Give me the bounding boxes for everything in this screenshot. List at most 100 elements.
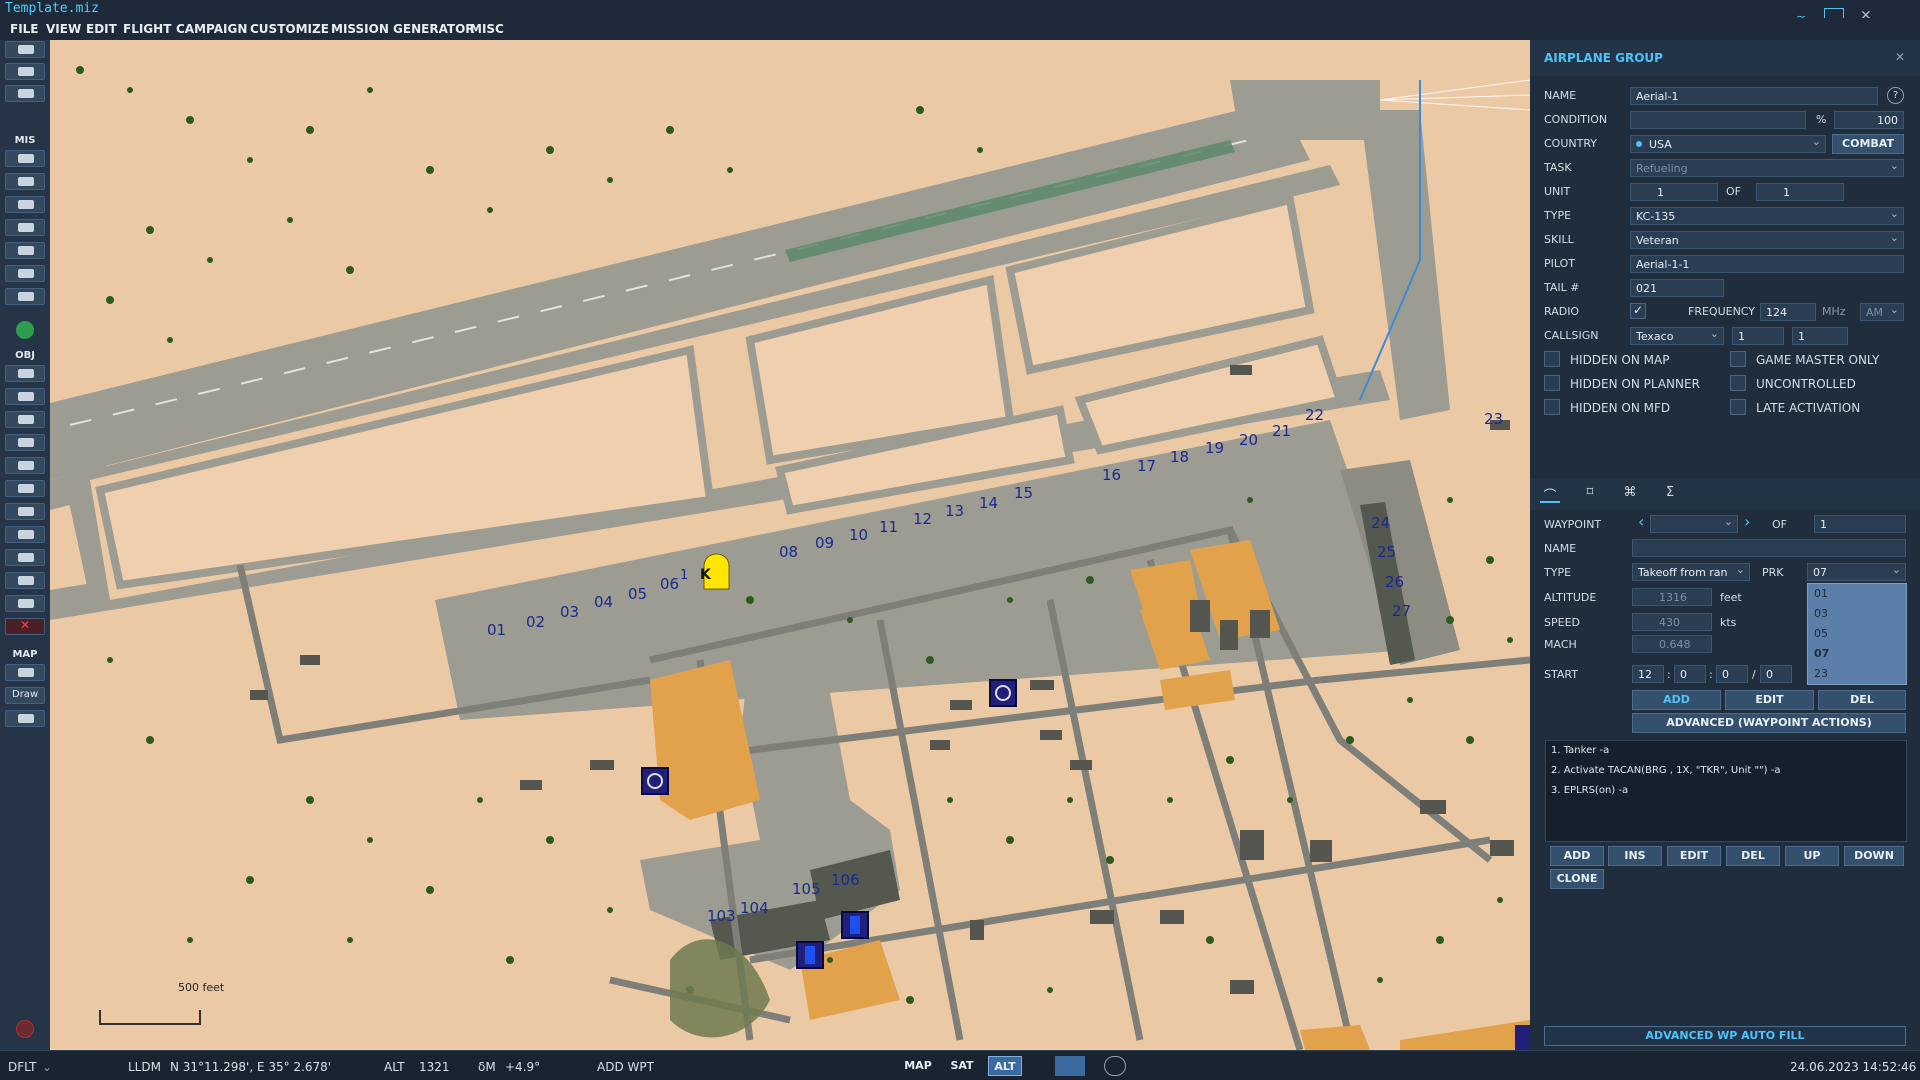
save-file-button[interactable]: [5, 85, 45, 102]
camera-icon[interactable]: [1055, 1056, 1085, 1076]
advanced-wp-auto-fill-button[interactable]: ADVANCED WP AUTO FILL: [1544, 1026, 1906, 1046]
prk-dropdown-list[interactable]: 01 03 05 07 23: [1807, 583, 1907, 685]
advanced-waypoint-actions-button[interactable]: ADVANCED (WAYPOINT ACTIONS): [1632, 713, 1906, 733]
action-edit-button[interactable]: EDIT: [1667, 846, 1721, 866]
add-ground-unit-button[interactable]: [5, 411, 45, 428]
alt-mode-button[interactable]: ALT: [988, 1056, 1022, 1076]
unit-total-spinner[interactable]: 1: [1756, 183, 1844, 201]
coord-mode[interactable]: LLDM: [128, 1060, 161, 1074]
add-navpoint-button[interactable]: [5, 503, 45, 520]
action-item[interactable]: 3. EPLRS(on) -a: [1551, 785, 1628, 796]
map-mode-button[interactable]: MAP: [902, 1056, 934, 1076]
start-hours[interactable]: 12: [1632, 665, 1664, 683]
delete-waypoint-button[interactable]: DEL: [1818, 690, 1906, 710]
flag-button[interactable]: [5, 242, 45, 259]
add-initial-point-button[interactable]: [5, 549, 45, 566]
stop-icon[interactable]: [16, 1020, 34, 1038]
triggers-button[interactable]: [5, 288, 45, 305]
help-icon[interactable]: ?: [1887, 87, 1904, 104]
add-static-button[interactable]: [5, 457, 45, 474]
type-select[interactable]: KC-135: [1630, 207, 1904, 225]
action-insert-button[interactable]: INS: [1608, 846, 1662, 866]
wp-type-select[interactable]: Takeoff from ran: [1632, 563, 1750, 581]
map-options-button[interactable]: [5, 664, 45, 681]
name-field[interactable]: Aerial-1: [1630, 87, 1878, 105]
prk-option[interactable]: 03: [1814, 607, 1828, 620]
map-view[interactable]: K 01 02 03 04 05 06 1 08 09 10 11 12 13 …: [50, 40, 1530, 1050]
action-delete-button[interactable]: DEL: [1726, 846, 1780, 866]
start-day[interactable]: 0: [1760, 665, 1792, 683]
clone-button[interactable]: CLONE: [1550, 869, 1604, 889]
route-button[interactable]: [5, 196, 45, 213]
add-waypoint-button[interactable]: ADD: [1632, 690, 1721, 710]
delete-button[interactable]: ✕: [5, 618, 45, 635]
tab-payload-icon[interactable]: ⌑: [1580, 485, 1600, 503]
callsign-number-2[interactable]: 1: [1792, 327, 1848, 345]
radio-checkbox[interactable]: ✓: [1630, 303, 1646, 319]
close-icon[interactable]: ✕: [1895, 50, 1905, 64]
prk-option[interactable]: 05: [1814, 627, 1828, 640]
action-down-button[interactable]: DOWN: [1844, 846, 1904, 866]
tab-summary-icon[interactable]: Σ: [1660, 485, 1680, 503]
tab-route-icon[interactable]: ⌒: [1540, 485, 1560, 504]
game-master-only-checkbox[interactable]: [1730, 351, 1746, 367]
waypoint-select[interactable]: [1650, 515, 1738, 533]
action-up-button[interactable]: UP: [1785, 846, 1839, 866]
new-file-button[interactable]: [5, 41, 45, 58]
uncontrolled-checkbox[interactable]: [1730, 375, 1746, 391]
callsign-number-1[interactable]: 1: [1732, 327, 1784, 345]
speed-spinner[interactable]: 430: [1632, 613, 1712, 631]
add-wpt-button[interactable]: ADD WPT: [597, 1060, 654, 1074]
waypoint-actions-list[interactable]: 1. Tanker -a 2. Activate TACAN(BRG , 1X,…: [1545, 740, 1907, 842]
next-waypoint-icon[interactable]: ›: [1744, 512, 1750, 531]
unit-spinner[interactable]: 1: [1630, 183, 1718, 201]
prk-option[interactable]: 01: [1814, 587, 1828, 600]
prk-select[interactable]: 07: [1807, 563, 1906, 581]
settings-icon[interactable]: [1104, 1056, 1126, 1076]
skill-select[interactable]: Veteran: [1630, 231, 1904, 249]
menu-view[interactable]: VIEW: [46, 22, 81, 36]
edit-waypoint-button[interactable]: EDIT: [1725, 690, 1814, 710]
altitude-spinner[interactable]: 1316: [1632, 588, 1712, 606]
shapes-button[interactable]: [5, 595, 45, 612]
briefing-button[interactable]: [5, 150, 45, 167]
menu-customize[interactable]: CUSTOMIZE: [250, 22, 329, 36]
modulation-select[interactable]: AM: [1860, 303, 1904, 321]
sat-mode-button[interactable]: SAT: [946, 1056, 978, 1076]
late-activation-checkbox[interactable]: [1730, 399, 1746, 415]
frequency-field[interactable]: 124: [1760, 303, 1816, 321]
check-button[interactable]: [5, 265, 45, 282]
add-ship-button[interactable]: [5, 434, 45, 451]
condition-spinner[interactable]: 100: [1834, 111, 1904, 129]
hidden-on-planner-checkbox[interactable]: [1544, 375, 1560, 391]
add-target-button[interactable]: [5, 526, 45, 543]
callsign-select[interactable]: Texaco: [1630, 327, 1724, 345]
start-minutes[interactable]: 0: [1674, 665, 1706, 683]
action-item[interactable]: 1. Tanker -a: [1551, 745, 1609, 756]
prk-option[interactable]: 23: [1814, 667, 1828, 680]
add-airplane-button[interactable]: [5, 365, 45, 382]
prk-option-selected[interactable]: 07: [1814, 647, 1829, 660]
trigger-zone-button[interactable]: [5, 219, 45, 236]
add-helicopter-button[interactable]: [5, 388, 45, 405]
hidden-on-map-checkbox[interactable]: [1544, 351, 1560, 367]
arrow-up-icon[interactable]: [16, 321, 34, 339]
combat-button[interactable]: COMBAT: [1832, 134, 1904, 154]
menu-campaign[interactable]: CAMPAIGN: [176, 22, 247, 36]
tab-options-icon[interactable]: ⌘: [1620, 485, 1640, 503]
ruler-button[interactable]: [5, 710, 45, 727]
pilot-field[interactable]: Aerial-1-1: [1630, 255, 1904, 273]
prev-waypoint-icon[interactable]: ‹: [1638, 512, 1644, 531]
wp-name-field[interactable]: [1632, 539, 1906, 557]
chevron-down-icon[interactable]: ⌄: [42, 1060, 52, 1074]
menu-file[interactable]: FILE: [10, 22, 39, 36]
open-file-button[interactable]: [5, 63, 45, 80]
menu-mission-generator[interactable]: MISSION GENERATOR: [331, 22, 475, 36]
mach-spinner[interactable]: 0.648: [1632, 635, 1712, 653]
hidden-on-mfd-checkbox[interactable]: [1544, 399, 1560, 415]
profile-select[interactable]: DFLT: [8, 1060, 37, 1074]
action-add-button[interactable]: ADD: [1550, 846, 1604, 866]
condition-slider[interactable]: [1630, 111, 1806, 129]
menu-edit[interactable]: EDIT: [86, 22, 117, 36]
add-template-button[interactable]: [5, 480, 45, 497]
